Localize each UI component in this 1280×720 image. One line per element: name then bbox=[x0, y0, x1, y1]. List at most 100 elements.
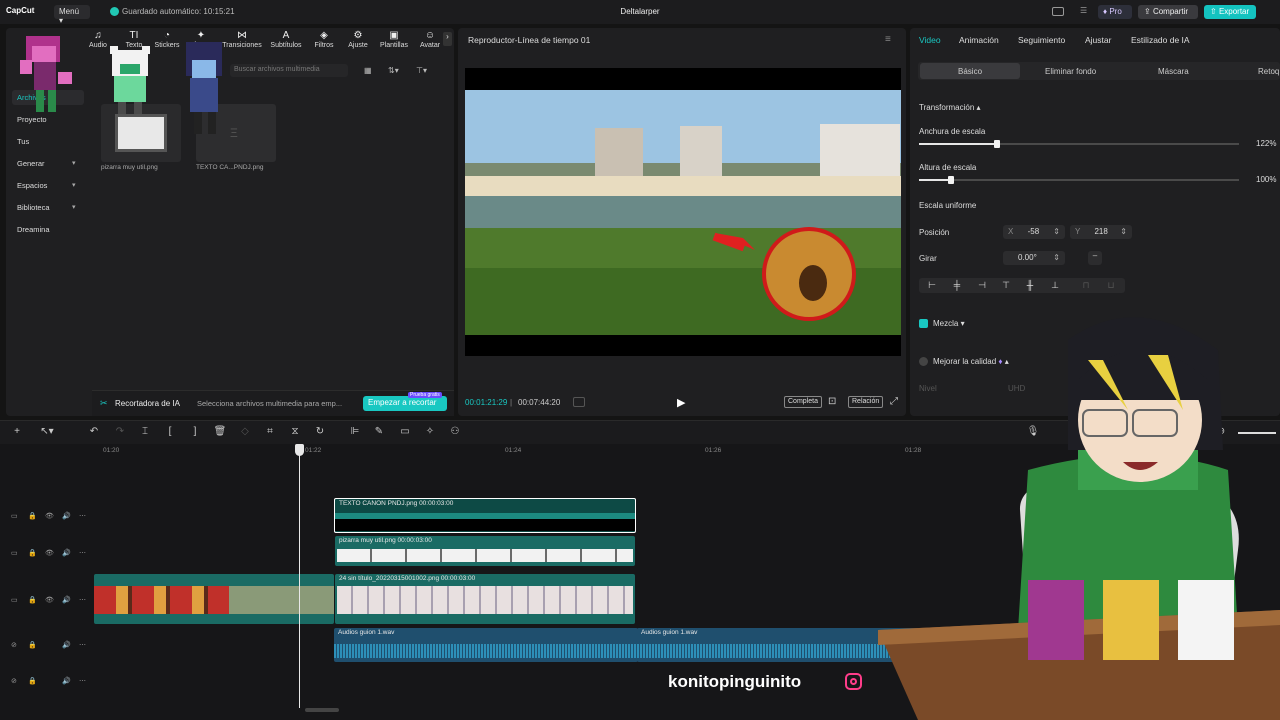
mirror-icon[interactable]: ⧖ bbox=[288, 426, 302, 438]
inspector-tab-3[interactable]: Ajustar bbox=[1085, 35, 1111, 45]
undo-icon[interactable]: ↶ bbox=[87, 426, 101, 438]
more-icon[interactable]: ⋯ bbox=[79, 512, 86, 520]
video-clip-left[interactable] bbox=[94, 574, 334, 624]
person-icon[interactable]: ⚇ bbox=[448, 426, 462, 438]
video-preview[interactable] bbox=[465, 68, 901, 356]
rotate-field[interactable]: 0.00° ⇕ bbox=[1003, 251, 1065, 265]
x-stepper-icon[interactable]: ⇕ bbox=[1053, 227, 1060, 236]
split-left-icon[interactable]: [ bbox=[163, 426, 177, 438]
lock-icon[interactable]: 🔒 bbox=[28, 512, 37, 520]
align-left-icon[interactable]: ⊢ bbox=[926, 280, 938, 291]
delete-icon[interactable]: 🗑 bbox=[213, 426, 227, 438]
sidebar-item-6[interactable]: Dreamina bbox=[12, 222, 84, 237]
split-right-icon[interactable]: ] bbox=[188, 426, 202, 438]
text-clip[interactable]: TEXTO CANON PNDJ.png 00:00:03:00 bbox=[334, 498, 636, 533]
mute-icon[interactable]: 🔊 bbox=[62, 549, 71, 557]
position-y-field[interactable]: Y 218 ⇕ bbox=[1070, 225, 1132, 239]
inspector-tab-0[interactable]: Video bbox=[919, 35, 941, 45]
track-type-icon[interactable]: ▭ bbox=[11, 596, 18, 604]
full-quality-button[interactable]: Completa bbox=[784, 396, 822, 408]
align-right-icon[interactable]: ⊣ bbox=[976, 280, 988, 291]
align-bottom-icon[interactable]: ⊥ bbox=[1049, 280, 1061, 291]
track-type-icon[interactable]: ⊘ bbox=[11, 641, 17, 649]
more-icon[interactable]: ⋯ bbox=[79, 549, 86, 557]
y-stepper-icon[interactable]: ⇕ bbox=[1120, 227, 1127, 236]
start-cutting-button[interactable]: Empezar a recortar bbox=[363, 396, 447, 411]
lock-icon[interactable]: 🔒 bbox=[28, 549, 37, 557]
lock-icon[interactable]: 🔒 bbox=[28, 677, 37, 685]
freeze-icon[interactable]: ⊫ bbox=[348, 426, 362, 438]
search-input[interactable]: Buscar archivos multimedia bbox=[230, 64, 348, 77]
rotate-stepper-icon[interactable]: ⇕ bbox=[1053, 253, 1060, 262]
play-icon[interactable]: ▶ bbox=[677, 396, 689, 410]
image-clip[interactable]: 24 sin título_20220315001002.png 00:00:0… bbox=[335, 574, 635, 624]
mute-icon[interactable]: 🔊 bbox=[62, 596, 71, 604]
shield-icon[interactable]: ◇ bbox=[238, 426, 252, 438]
flip-icon[interactable]: ⊓ bbox=[1080, 280, 1092, 291]
scale-width-value[interactable]: 122% bbox=[1256, 139, 1276, 148]
split-icon[interactable]: ⌶ bbox=[138, 426, 152, 438]
inspector-tab-4[interactable]: Estilizado de IA bbox=[1131, 35, 1190, 45]
eye-icon[interactable]: 👁 bbox=[45, 549, 54, 557]
scale-height-slider[interactable] bbox=[919, 179, 1239, 181]
track-type-icon[interactable]: ▭ bbox=[11, 549, 18, 557]
eye-icon[interactable]: 👁 bbox=[45, 512, 54, 520]
lock-icon[interactable]: 🔒 bbox=[28, 596, 37, 604]
pro-button[interactable]: ♦ Pro bbox=[1098, 5, 1132, 19]
board-clip[interactable]: pizarra muy util.png 00:00:03:00 bbox=[335, 536, 635, 566]
layout-icon[interactable] bbox=[1052, 7, 1064, 16]
playhead[interactable] bbox=[299, 446, 300, 708]
player-menu-icon[interactable]: ≡ bbox=[885, 34, 891, 45]
inspector-subtab-2[interactable]: Máscara bbox=[1158, 67, 1189, 76]
chevron-down-icon[interactable]: ▾ bbox=[72, 181, 76, 189]
settings-icon[interactable]: ☰ bbox=[1080, 6, 1089, 15]
track-type-icon[interactable]: ▭ bbox=[11, 512, 18, 520]
align-center-h-icon[interactable]: ╪ bbox=[951, 280, 963, 291]
scale-width-slider-knob[interactable] bbox=[993, 140, 1000, 148]
rotate-reset-icon[interactable]: – bbox=[1088, 251, 1102, 265]
tool-ajuste[interactable]: ⚙ Ajuste bbox=[338, 30, 378, 52]
pen-icon[interactable]: ✎ bbox=[372, 426, 386, 438]
share-button[interactable]: ⇪ Compartir bbox=[1138, 5, 1198, 19]
redo-icon[interactable]: ↷ bbox=[113, 426, 127, 438]
tools-next-arrow-icon[interactable]: › bbox=[443, 32, 452, 46]
lock-icon[interactable]: 🔒 bbox=[28, 641, 37, 649]
align-top-icon[interactable]: ⊤ bbox=[1000, 280, 1012, 291]
distribute-icon[interactable]: ⊔ bbox=[1105, 280, 1117, 291]
inspector-subtab-3[interactable]: Retoq bbox=[1258, 67, 1279, 76]
inspector-tab-2[interactable]: Seguimiento bbox=[1018, 35, 1065, 45]
scale-height-slider-knob[interactable] bbox=[948, 176, 954, 184]
sort-icon[interactable]: ⇅▾ bbox=[388, 66, 399, 75]
screenshot-icon[interactable]: ⊡ bbox=[828, 396, 836, 407]
playhead-handle[interactable] bbox=[295, 444, 304, 456]
track-type-icon[interactable]: ⊘ bbox=[11, 677, 17, 685]
eye-icon[interactable]: 👁 bbox=[45, 596, 54, 604]
add-track-icon[interactable]: + bbox=[10, 426, 24, 438]
align-middle-icon[interactable]: ╫ bbox=[1024, 280, 1036, 291]
scale-height-value[interactable]: 100% bbox=[1256, 175, 1276, 184]
inspector-tab-1[interactable]: Animación bbox=[959, 35, 999, 45]
position-x-field[interactable]: X -58 ⇕ bbox=[1003, 225, 1065, 239]
select-tool-icon[interactable]: ↖▾ bbox=[40, 426, 54, 438]
sidebar-item-2[interactable]: Tus bbox=[12, 134, 84, 149]
menu-button[interactable]: Menú ▾ bbox=[54, 5, 90, 25]
project-title[interactable]: Deltalarper bbox=[560, 7, 720, 16]
tool-plantillas[interactable]: ▣ Plantillas bbox=[374, 30, 414, 52]
transform-section-title[interactable]: Transformación ▴ bbox=[919, 103, 981, 112]
crop-icon[interactable]: ⌗ bbox=[263, 426, 277, 438]
chevron-down-icon[interactable]: ▾ bbox=[72, 203, 76, 211]
chevron-down-icon[interactable]: ▾ bbox=[72, 159, 76, 167]
more-icon[interactable]: ⋯ bbox=[79, 641, 86, 649]
timeline-scrollbar[interactable] bbox=[305, 708, 339, 712]
export-button[interactable]: ⇧ Exportar bbox=[1204, 5, 1256, 19]
magic-icon[interactable]: ✧ bbox=[423, 426, 437, 438]
filter-icon[interactable]: ⊤▾ bbox=[416, 66, 427, 75]
more-icon[interactable]: ⋯ bbox=[79, 677, 86, 685]
inspector-subtab-0[interactable]: Básico bbox=[958, 67, 982, 76]
rotate-icon[interactable]: ↻ bbox=[313, 426, 327, 438]
mute-icon[interactable]: 🔊 bbox=[62, 677, 71, 685]
inspector-subtab-1[interactable]: Eliminar fondo bbox=[1045, 67, 1096, 76]
view-grid-icon[interactable]: ▦ bbox=[364, 66, 372, 75]
mute-icon[interactable]: 🔊 bbox=[62, 512, 71, 520]
mute-icon[interactable]: 🔊 bbox=[62, 641, 71, 649]
